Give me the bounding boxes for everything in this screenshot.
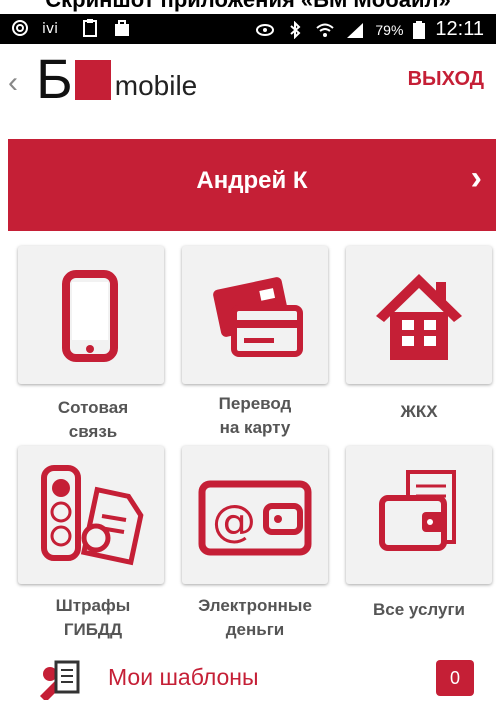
e-wallet-icon: @: [198, 480, 312, 556]
traffic-fines-icon: [41, 465, 144, 566]
all-services-icon: [379, 470, 456, 551]
app-screen: Скриншот приложения «БМ Мобайл» ivi: [0, 0, 496, 706]
tile-traffic-fines-label: Штрафы ГИБДД: [13, 594, 173, 642]
tile-label-line2: на карту: [219, 418, 291, 437]
my-templates-row[interactable]: Мои шаблоны 0: [0, 652, 496, 706]
tile-traffic-fines[interactable]: [18, 446, 164, 584]
svg-text:ivi: ivi: [42, 21, 58, 37]
tile-label-line1: Сотовая: [57, 398, 129, 417]
status-time: 12:11: [435, 18, 484, 40]
wifi-icon: [315, 21, 335, 39]
tile-label-line1: Штрафы: [55, 596, 131, 615]
signal-icon: [345, 21, 365, 39]
app-header: ‹ Б mobile ВЫХОД: [0, 44, 496, 139]
tile-e-money[interactable]: @: [182, 446, 328, 584]
bag-icon: [112, 19, 132, 37]
bluetooth-icon: [285, 20, 305, 39]
my-templates-label: Мои шаблоны: [108, 664, 259, 690]
tile-label-line1: ЖКХ: [400, 402, 438, 421]
status-bar: ivi 79% 12:11: [0, 14, 496, 44]
tile-card-transfer-label: Перевод на карту: [175, 392, 335, 440]
tile-all-services[interactable]: [346, 446, 492, 584]
user-name: Андрей К: [196, 167, 308, 194]
chevron-right-icon: ›: [470, 159, 482, 197]
tile-all-services-label: Все услуги: [339, 598, 496, 622]
tile-label-line1: Перевод: [218, 394, 292, 413]
mobile-phone-icon: [62, 270, 118, 362]
tile-e-money-label: Электронные деньги: [175, 594, 335, 642]
edit-list-icon: [40, 660, 80, 700]
logout-button[interactable]: ВЫХОД: [408, 68, 484, 91]
chevron-left-icon[interactable]: ‹: [8, 66, 18, 100]
ivi-icon: ivi: [42, 19, 68, 37]
tile-utilities-label: ЖКХ: [339, 400, 496, 424]
tile-card-transfer[interactable]: [182, 246, 328, 384]
clipboard-icon: [80, 19, 100, 37]
battery-icon: [413, 20, 426, 39]
tile-mobile-payment[interactable]: [18, 246, 164, 384]
battery-percent: 79%: [375, 21, 404, 38]
card-transfer-icon: [213, 277, 303, 357]
user-profile-banner[interactable]: Андрей К ›: [8, 139, 496, 231]
caption-text: Скриншот приложения «БМ Мобайл»: [0, 0, 496, 13]
tile-label-line2: деньги: [225, 620, 285, 639]
at-icon: [10, 19, 30, 37]
tile-label-line2: ГИБДД: [63, 620, 123, 639]
bm-mobile-logo: Б mobile: [36, 47, 198, 110]
logo-subtitle: mobile: [114, 70, 198, 101]
tile-label-line1: Все услуги: [373, 600, 465, 619]
eye-icon: [255, 21, 275, 39]
logo-letter: Б: [36, 47, 73, 110]
svg-text:@: @: [212, 496, 256, 547]
tile-label-line2: связь: [68, 422, 118, 441]
tile-utilities[interactable]: [346, 246, 492, 384]
tile-label-line1: Электронные: [198, 596, 312, 615]
tile-mobile-payment-label: Сотовая связь: [13, 396, 173, 444]
logo-m-mark: [74, 60, 111, 100]
screenshot-caption: Скриншот приложения «БМ Мобайл»: [0, 0, 496, 14]
templates-count-badge: 0: [436, 660, 474, 696]
house-icon: [376, 274, 462, 360]
